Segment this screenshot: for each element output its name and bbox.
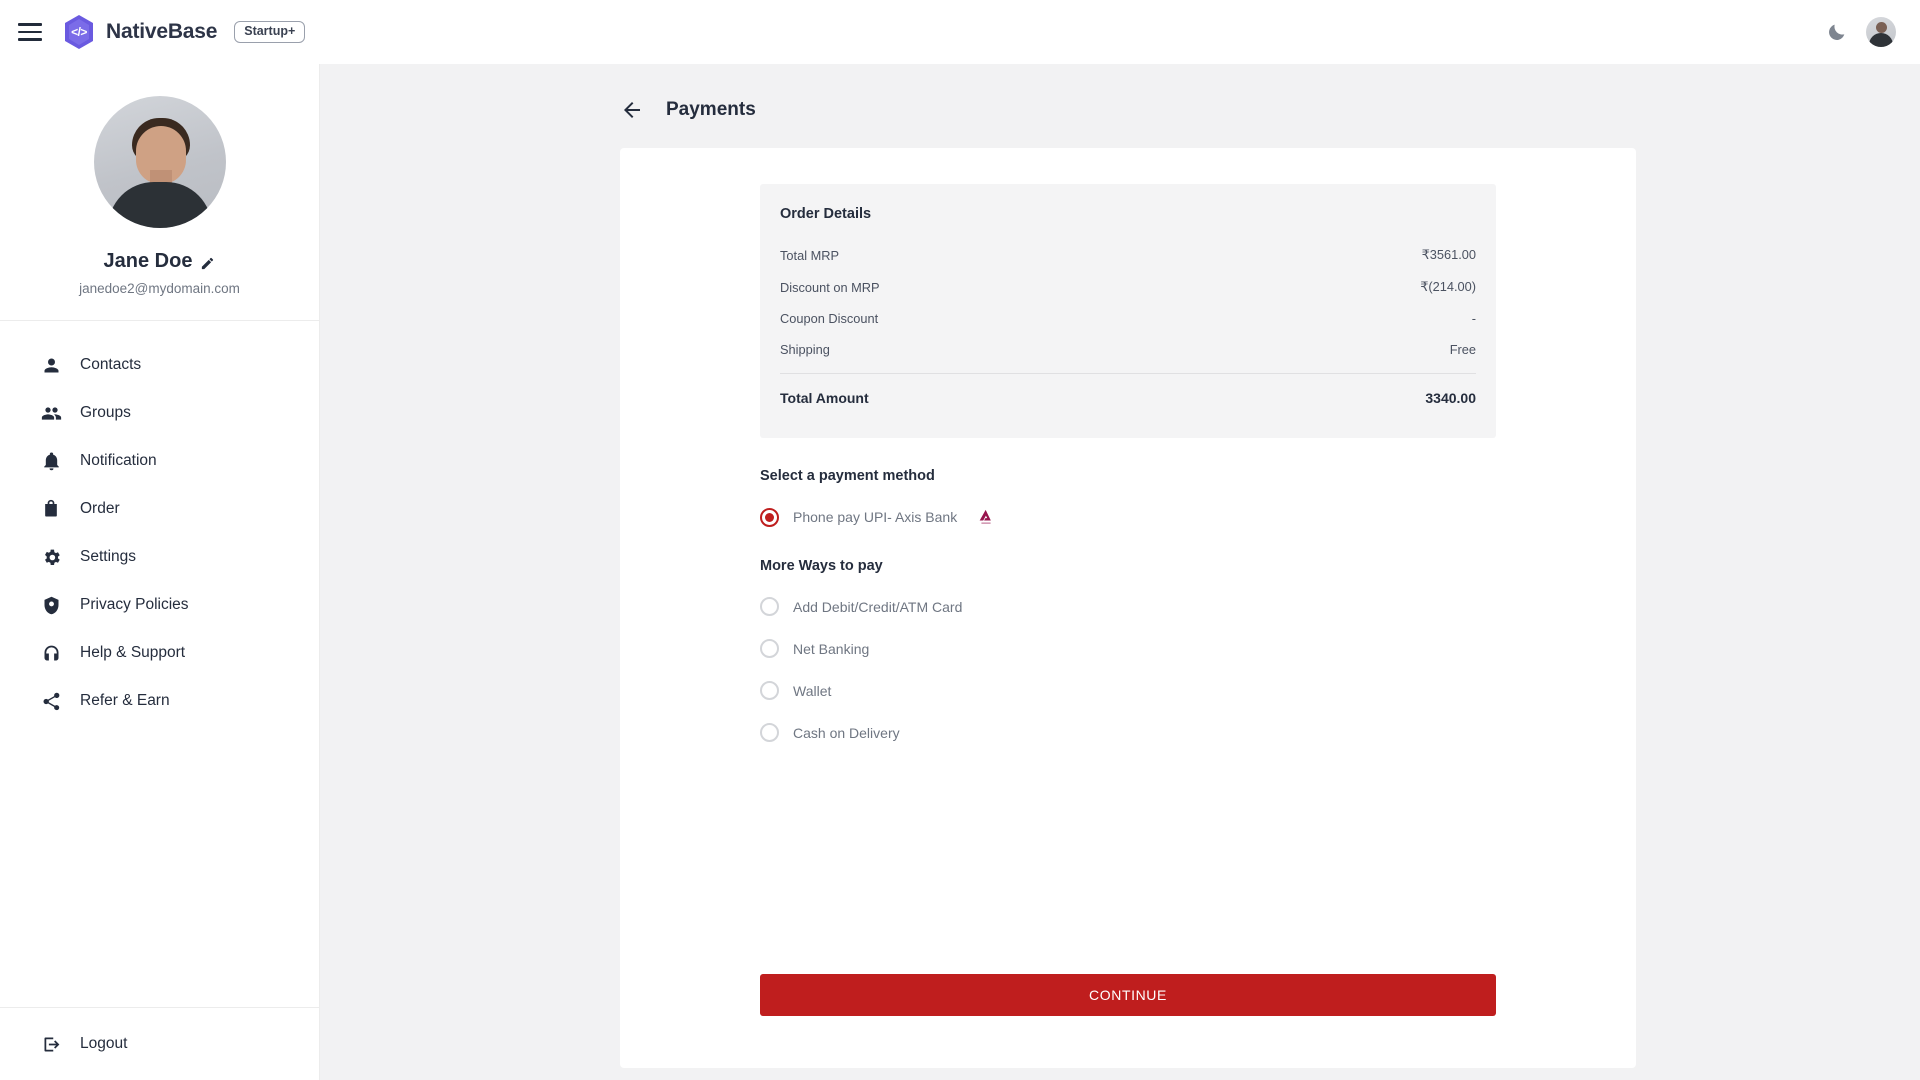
hamburger-menu-icon[interactable] xyxy=(18,19,44,45)
payment-option-upi[interactable]: Phone pay UPI- Axis Bank xyxy=(760,506,1496,528)
order-row-label: Total MRP xyxy=(780,247,840,263)
order-row-label: Discount on MRP xyxy=(780,279,880,295)
radio-upi-selected[interactable] xyxy=(760,507,779,527)
moon-icon[interactable] xyxy=(1826,21,1848,43)
sidebar-item-label: Logout xyxy=(80,1035,128,1052)
profile-email: janedoe2@mydomain.com xyxy=(79,281,240,296)
sidebar-item-groups[interactable]: Groups xyxy=(40,389,319,437)
app-root: </> NativeBase Startup+ Jane Doe janedoe… xyxy=(0,0,1920,1080)
main-content: Payments Order Details Total MRP ₹3561.0… xyxy=(320,64,1920,1080)
payment-option-wallet[interactable]: Wallet xyxy=(760,681,1496,700)
select-payment-method-title: Select a payment method xyxy=(760,468,935,484)
nativebase-hex-logo-icon: </> xyxy=(63,14,95,50)
order-row-label: Coupon Discount xyxy=(780,311,879,326)
order-total-label: Total Amount xyxy=(780,390,869,406)
sidebar-item-logout[interactable]: Logout xyxy=(40,1008,319,1080)
order-row-value: ₹(214.00) xyxy=(1420,279,1476,294)
shield-icon xyxy=(40,594,62,616)
sidebar-nav: Contacts Groups Notification Order Setti… xyxy=(0,321,319,725)
payment-option-netbanking[interactable]: Net Banking xyxy=(760,639,1496,658)
body-wrapper: Jane Doe janedoe2@mydomain.com Contacts xyxy=(0,64,1920,1080)
page-header: Payments xyxy=(320,64,1920,122)
order-row: Discount on MRP ₹(214.00) xyxy=(780,271,1476,303)
sidebar-footer: Logout xyxy=(0,1007,319,1080)
sidebar: Jane Doe janedoe2@mydomain.com Contacts xyxy=(0,64,320,1080)
sidebar-item-label: Contacts xyxy=(80,356,142,373)
order-row-value: ₹3561.00 xyxy=(1421,247,1476,262)
arrow-left-icon[interactable] xyxy=(620,98,644,122)
profile-photo[interactable] xyxy=(93,96,226,228)
sidebar-item-label: Order xyxy=(80,500,120,517)
sidebar-item-privacy-policies[interactable]: Privacy Policies xyxy=(40,581,319,629)
pencil-icon[interactable] xyxy=(200,254,215,270)
sidebar-item-refer-earn[interactable]: Refer & Earn xyxy=(40,677,319,725)
sidebar-item-label: Notification xyxy=(80,452,157,469)
order-details-panel: Order Details Total MRP ₹3561.00 Discoun… xyxy=(760,184,1496,438)
sidebar-item-label: Groups xyxy=(80,404,131,421)
order-row: Shipping Free xyxy=(780,334,1476,365)
top-right-controls xyxy=(1826,17,1896,47)
continue-button[interactable]: CONTINUE xyxy=(760,974,1496,1016)
brand-name: NativeBase xyxy=(106,20,218,43)
sidebar-item-label: Privacy Policies xyxy=(80,596,189,613)
axis-bank-logo-icon xyxy=(975,506,997,528)
radio-card[interactable] xyxy=(760,597,779,616)
sidebar-item-label: Refer & Earn xyxy=(80,692,170,709)
order-row-value: Free xyxy=(1449,342,1476,357)
sidebar-item-label: Settings xyxy=(80,548,137,565)
sidebar-item-order[interactable]: Order xyxy=(40,485,319,533)
share-icon xyxy=(40,690,62,712)
bell-icon xyxy=(40,450,62,472)
radio-cod[interactable] xyxy=(760,723,779,742)
avatar-head xyxy=(1875,22,1887,33)
profile-name: Jane Doe xyxy=(103,250,193,272)
page-title: Payments xyxy=(666,99,756,120)
avatar[interactable] xyxy=(1866,17,1896,47)
order-row-value: - xyxy=(1471,311,1476,326)
payments-card: Order Details Total MRP ₹3561.00 Discoun… xyxy=(620,148,1636,1068)
sidebar-item-settings[interactable]: Settings xyxy=(40,533,319,581)
payment-option-label: Cash on Delivery xyxy=(793,724,900,741)
avatar-shirt xyxy=(107,182,212,228)
payment-option-label: Add Debit/Credit/ATM Card xyxy=(793,598,963,615)
radio-netbanking[interactable] xyxy=(760,639,779,658)
payment-option-label: Net Banking xyxy=(793,640,870,657)
people-group-icon xyxy=(40,402,62,424)
order-row: Coupon Discount - xyxy=(780,303,1476,334)
more-ways-to-pay-title: More Ways to pay xyxy=(760,558,883,574)
payment-option-cod[interactable]: Cash on Delivery xyxy=(760,723,1496,742)
logout-icon xyxy=(40,1033,62,1055)
order-row: Total MRP ₹3561.00 xyxy=(780,239,1476,271)
payment-option-label: Wallet xyxy=(793,682,832,699)
headset-icon xyxy=(40,642,62,664)
sidebar-item-contacts[interactable]: Contacts xyxy=(40,341,319,389)
gear-icon xyxy=(40,546,62,568)
sidebar-item-label: Help & Support xyxy=(80,644,186,661)
person-icon xyxy=(40,354,62,376)
sidebar-item-notification[interactable]: Notification xyxy=(40,437,319,485)
order-total-row: Total Amount 3340.00 xyxy=(780,373,1476,414)
logo-code-glyph: </> xyxy=(71,25,87,39)
top-navigation-bar: </> NativeBase Startup+ xyxy=(0,0,1920,64)
radio-wallet[interactable] xyxy=(760,681,779,700)
payment-option-label: Phone pay UPI- Axis Bank xyxy=(793,509,958,525)
sidebar-item-help-support[interactable]: Help & Support xyxy=(40,629,319,677)
sidebar-profile: Jane Doe janedoe2@mydomain.com xyxy=(0,64,319,321)
payment-option-card[interactable]: Add Debit/Credit/ATM Card xyxy=(760,597,1496,616)
order-details-title: Order Details xyxy=(780,206,872,222)
card-inner: Order Details Total MRP ₹3561.00 Discoun… xyxy=(620,148,1636,742)
shopping-bag-icon xyxy=(40,498,62,520)
brand-area: </> NativeBase Startup+ xyxy=(63,14,306,50)
startup-plus-badge: Startup+ xyxy=(234,21,306,43)
order-total-value: 3340.00 xyxy=(1425,390,1476,406)
profile-name-row: Jane Doe xyxy=(104,250,216,273)
order-row-label: Shipping xyxy=(780,342,830,357)
avatar-body xyxy=(1869,33,1893,47)
